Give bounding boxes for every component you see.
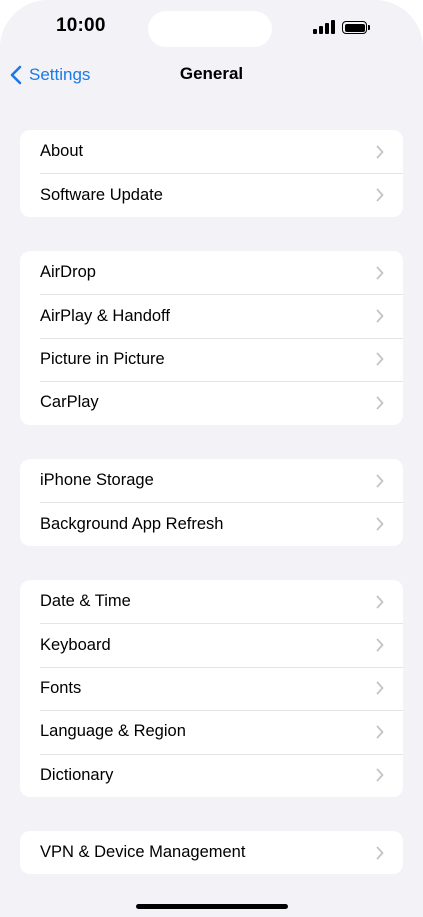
- row-label: AirPlay & Handoff: [40, 306, 170, 325]
- status-time: 10:00: [56, 15, 106, 36]
- chevron-right-icon: [376, 595, 384, 609]
- row-language-region[interactable]: Language & Region: [20, 710, 403, 753]
- row-label: Language & Region: [40, 722, 186, 741]
- chevron-right-icon: [376, 682, 384, 695]
- chevron-right-icon: [376, 188, 384, 202]
- row-label: Fonts: [40, 678, 82, 697]
- chevron-right-icon: [376, 353, 384, 366]
- battery-cap: [368, 25, 370, 30]
- row-label: VPN & Device Management: [40, 843, 246, 862]
- chevron-right-icon: [376, 266, 384, 280]
- cellular-signal-icon: [313, 20, 335, 34]
- phone-screen: 10:00 Settings General About Software Up…: [0, 0, 423, 917]
- row-software-update[interactable]: Software Update: [20, 173, 403, 216]
- row-about[interactable]: About: [20, 130, 403, 173]
- row-label: Keyboard: [40, 635, 111, 654]
- settings-group-locale: Date & Time Keyboard Fonts Language & Re…: [20, 580, 403, 797]
- chevron-right-icon: [376, 145, 384, 159]
- row-label: Picture in Picture: [40, 349, 165, 368]
- row-label: Dictionary: [40, 765, 114, 784]
- row-label: CarPlay: [40, 393, 99, 412]
- row-label: iPhone Storage: [40, 471, 154, 490]
- chevron-right-icon: [376, 846, 384, 860]
- row-picture-in-picture[interactable]: Picture in Picture: [20, 337, 403, 381]
- chevron-right-icon: [376, 638, 384, 652]
- battery-level: [344, 23, 365, 32]
- settings-group-storage: iPhone Storage Background App Refresh: [20, 459, 403, 546]
- chevron-right-icon: [376, 725, 384, 739]
- chevron-right-icon: [376, 309, 384, 323]
- chevron-right-icon: [376, 517, 384, 531]
- chevron-right-icon: [376, 768, 384, 782]
- chevron-right-icon: [376, 474, 384, 488]
- settings-group-about: About Software Update: [20, 130, 403, 217]
- row-label: AirDrop: [40, 263, 96, 282]
- page-title: General: [179, 64, 244, 83]
- row-vpn-device-management[interactable]: VPN & Device Management: [20, 831, 403, 874]
- row-fonts[interactable]: Fonts: [20, 666, 403, 710]
- row-label: Software Update: [40, 185, 163, 204]
- dynamic-island: [148, 11, 272, 47]
- row-date-time[interactable]: Date & Time: [20, 580, 403, 623]
- row-carplay[interactable]: CarPlay: [20, 381, 403, 424]
- chevron-right-icon: [376, 396, 384, 410]
- row-background-app-refresh[interactable]: Background App Refresh: [20, 502, 403, 545]
- settings-group-vpn: VPN & Device Management: [20, 831, 403, 875]
- row-iphone-storage[interactable]: iPhone Storage: [20, 459, 403, 502]
- battery-icon: [342, 21, 367, 34]
- settings-group-connectivity: AirDrop AirPlay & Handoff Picture in Pic…: [20, 251, 403, 425]
- row-dictionary[interactable]: Dictionary: [20, 753, 403, 797]
- row-keyboard[interactable]: Keyboard: [20, 623, 403, 666]
- row-airdrop[interactable]: AirDrop: [20, 251, 403, 294]
- row-label: Background App Refresh: [40, 514, 224, 533]
- row-airplay-handoff[interactable]: AirPlay & Handoff: [20, 294, 403, 337]
- home-indicator[interactable]: [136, 904, 288, 909]
- row-label: Date & Time: [40, 592, 131, 611]
- row-label: About: [40, 142, 84, 161]
